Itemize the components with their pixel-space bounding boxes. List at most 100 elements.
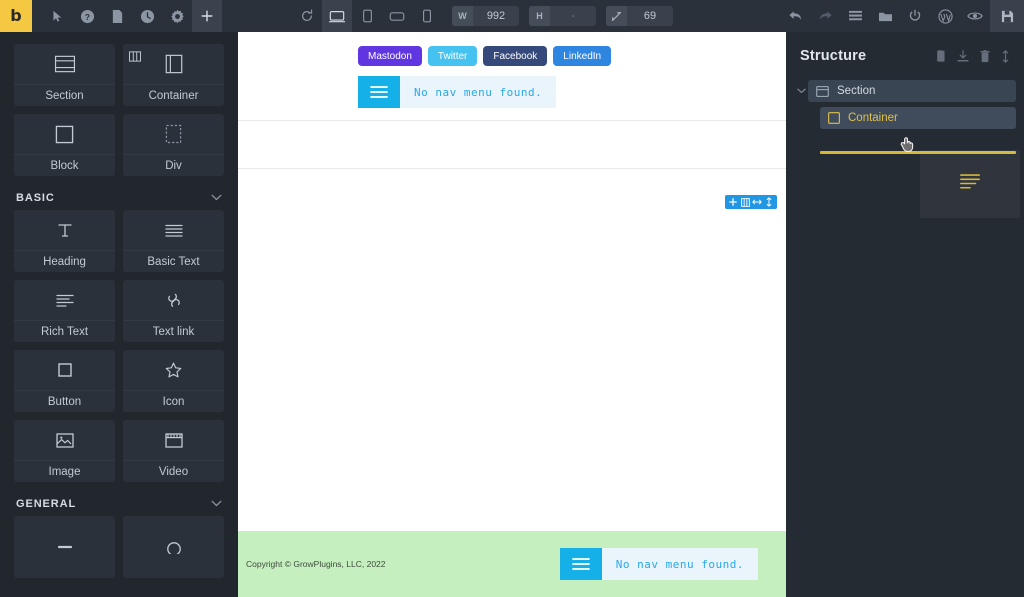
- block-icon: [14, 114, 115, 154]
- power-icon[interactable]: [900, 0, 930, 32]
- wordpress-icon[interactable]: [930, 0, 960, 32]
- eye-icon[interactable]: [960, 0, 990, 32]
- canvas-empty-block-1[interactable]: [238, 121, 786, 168]
- elements-panel: Section Container Block Div BASIC Headin…: [0, 32, 238, 597]
- toolbar-viewport-controls: W 992 H - 69: [222, 0, 780, 32]
- undo-icon[interactable]: [780, 0, 810, 32]
- chevron-down-icon: [211, 192, 222, 204]
- element-card-block[interactable]: Block: [14, 114, 115, 176]
- element-card-video[interactable]: Video: [123, 420, 224, 482]
- tree-node-container[interactable]: Container: [794, 107, 1016, 129]
- element-card-label: Heading: [14, 250, 115, 272]
- canvas-header-section[interactable]: Mastodon Twitter Facebook LinkedIn No na…: [238, 32, 786, 108]
- collapse-icon[interactable]: [1001, 49, 1010, 63]
- container-icon: [828, 112, 840, 124]
- canvas-spacer-top: [238, 108, 786, 120]
- nav-menu-message: No nav menu found.: [601, 548, 758, 580]
- nav-menu-widget-footer[interactable]: No nav menu found.: [559, 548, 758, 580]
- tree-node-row[interactable]: Container: [820, 107, 1016, 129]
- element-card-div[interactable]: Div: [123, 114, 224, 176]
- viewport-mobile-icon[interactable]: [412, 0, 442, 32]
- general-elements-grid: [14, 516, 224, 578]
- social-button-mastodon[interactable]: Mastodon: [358, 46, 422, 66]
- help-icon[interactable]: ?: [72, 0, 102, 32]
- video-icon: [123, 420, 224, 460]
- hamburger-icon[interactable]: [559, 548, 602, 580]
- toolbar-left-tools: ?: [42, 0, 222, 32]
- add-element-icon[interactable]: [727, 195, 739, 209]
- structure-panel: Structure Section Container: [786, 32, 1024, 597]
- element-card-image[interactable]: Image: [14, 420, 115, 482]
- heading-icon: [14, 210, 115, 250]
- gear-icon[interactable]: [162, 0, 192, 32]
- copy-icon[interactable]: [935, 49, 946, 63]
- history-icon[interactable]: [132, 0, 162, 32]
- basic-elements-grid: Heading Basic Text Rich Text Text link B…: [14, 210, 224, 482]
- height-value[interactable]: -: [550, 6, 596, 26]
- plus-icon[interactable]: [192, 0, 222, 32]
- redo-icon[interactable]: [810, 0, 840, 32]
- chevron-down-icon[interactable]: [794, 88, 808, 94]
- element-card-rich-text[interactable]: Rich Text: [14, 280, 115, 342]
- structure-header: Structure: [786, 32, 1024, 64]
- drag-ghost-preview: [920, 150, 1020, 218]
- element-card-text-link[interactable]: Text link: [123, 280, 224, 342]
- structure-actions: [935, 49, 1010, 63]
- zoom-field[interactable]: 69: [606, 6, 673, 26]
- app-root: b ? W 992 H - 69 Section Container Block…: [0, 0, 1024, 597]
- footer-copyright: Copyright © GrowPlugins, LLC, 2022: [246, 559, 386, 569]
- save-button[interactable]: [990, 0, 1024, 32]
- element-card-heading[interactable]: Heading: [14, 210, 115, 272]
- columns-icon: [129, 49, 141, 67]
- hamburger-icon[interactable]: [358, 76, 400, 108]
- tree-node-row[interactable]: Section: [808, 80, 1016, 102]
- svg-text:?: ?: [84, 11, 89, 21]
- element-card-button[interactable]: Button: [14, 350, 115, 412]
- import-icon[interactable]: [957, 49, 969, 63]
- group-header-general[interactable]: GENERAL: [14, 482, 224, 516]
- pointer-icon[interactable]: [42, 0, 72, 32]
- horizontal-resize-icon[interactable]: [751, 195, 763, 209]
- element-card-general-2[interactable]: [123, 516, 224, 578]
- nav-menu-widget-header[interactable]: No nav menu found.: [358, 76, 557, 108]
- group-header-basic[interactable]: BASIC: [14, 176, 224, 210]
- element-card-basic-text[interactable]: Basic Text: [123, 210, 224, 272]
- social-button-label: Twitter: [437, 50, 468, 62]
- trash-icon[interactable]: [980, 49, 990, 63]
- columns-icon[interactable]: [739, 195, 751, 209]
- social-buttons-row: Mastodon Twitter Facebook LinkedIn: [238, 46, 786, 66]
- viewport-desktop-icon[interactable]: [322, 0, 352, 32]
- element-card-label: Text link: [123, 320, 224, 342]
- vertical-resize-icon[interactable]: [763, 195, 775, 209]
- section-icon: [14, 44, 115, 84]
- width-field[interactable]: W 992: [452, 6, 519, 26]
- list-icon[interactable]: [840, 0, 870, 32]
- zoom-icon: [606, 6, 627, 26]
- reload-icon[interactable]: [292, 0, 322, 32]
- width-value[interactable]: 992: [473, 6, 519, 26]
- brand-logo[interactable]: b: [0, 0, 32, 32]
- canvas-viewport[interactable]: Mastodon Twitter Facebook LinkedIn No na…: [238, 32, 786, 597]
- element-card-icon[interactable]: Icon: [123, 350, 224, 412]
- viewport-tablet-landscape-icon[interactable]: [382, 0, 412, 32]
- drag-cursor-icon: [898, 136, 915, 153]
- zoom-value[interactable]: 69: [627, 6, 673, 26]
- folder-icon[interactable]: [870, 0, 900, 32]
- social-button-facebook[interactable]: Facebook: [483, 46, 548, 66]
- canvas-empty-block-2[interactable]: [238, 169, 786, 459]
- tree-node-label: Container: [848, 112, 898, 124]
- canvas-footer-section[interactable]: Copyright © GrowPlugins, LLC, 2022 No na…: [238, 531, 786, 597]
- height-field[interactable]: H -: [529, 6, 596, 26]
- element-card-container[interactable]: Container: [123, 44, 224, 106]
- element-card-section[interactable]: Section: [14, 44, 115, 106]
- basic-text-icon: [123, 210, 224, 250]
- viewport-tablet-portrait-icon[interactable]: [352, 0, 382, 32]
- tree-node-section[interactable]: Section: [794, 80, 1016, 102]
- social-button-twitter[interactable]: Twitter: [427, 46, 478, 66]
- social-button-linkedin[interactable]: LinkedIn: [553, 46, 612, 66]
- element-card-general-1[interactable]: [14, 516, 115, 578]
- section-icon: [816, 85, 829, 97]
- divider-icon: [14, 516, 115, 578]
- page-icon[interactable]: [102, 0, 132, 32]
- element-card-label: Icon: [123, 390, 224, 412]
